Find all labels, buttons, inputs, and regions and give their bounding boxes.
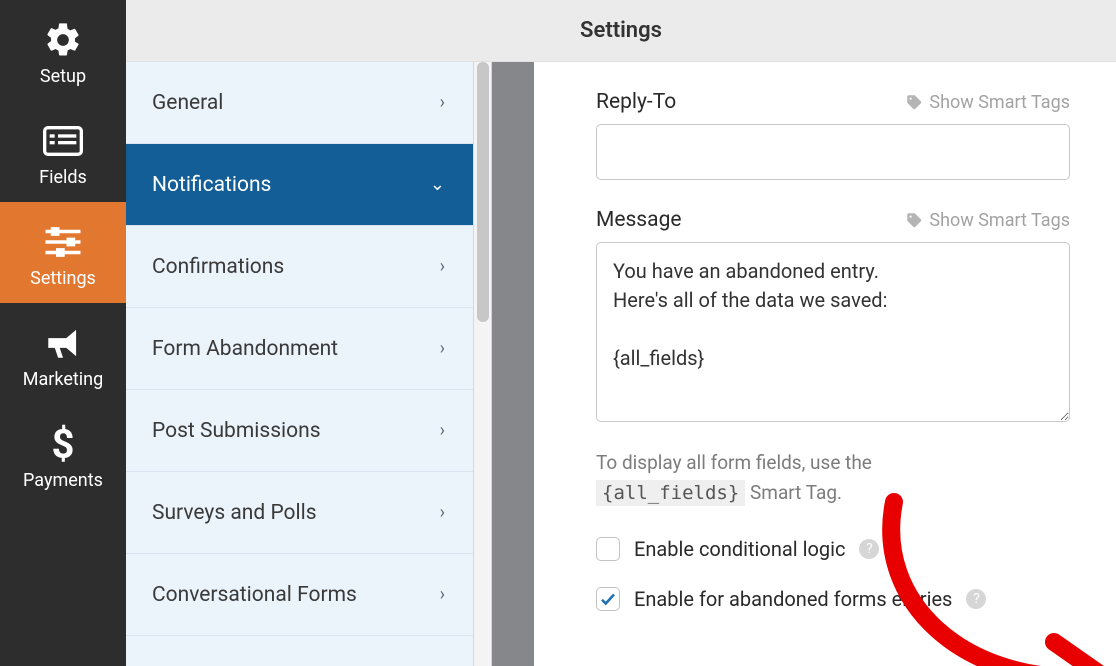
nav-label: Marketing <box>0 369 126 390</box>
chevron-right-icon: › <box>440 420 445 441</box>
nav-label: Setup <box>0 66 126 87</box>
sidebar-item-label: Notifications <box>152 173 271 197</box>
show-smart-tags-link[interactable]: Show Smart Tags <box>905 210 1070 231</box>
message-label: Message <box>596 208 682 232</box>
conditional-logic-checkbox[interactable] <box>596 537 620 561</box>
hint-text: To display all form fields, use the <box>596 451 872 474</box>
conditional-logic-label: Enable conditional logic <box>634 537 845 561</box>
message-textarea[interactable] <box>596 242 1070 422</box>
reply-to-field: Reply-To Show Smart Tags <box>596 90 1070 180</box>
tag-icon <box>905 93 923 111</box>
sliders-icon <box>0 220 126 264</box>
app-root: Setup Fields Settings Marketing $ Paymen… <box>0 0 1116 666</box>
hint-code: {all_fields} <box>596 480 745 506</box>
right-pane: Settings General › Notifications ⌄ Confi… <box>126 0 1116 666</box>
gear-icon <box>0 18 126 62</box>
list-icon <box>0 119 126 163</box>
settings-sidebar-wrap: General › Notifications ⌄ Confirmations … <box>126 62 492 666</box>
nav-item-payments[interactable]: $ Payments <box>0 404 126 505</box>
nav-item-marketing[interactable]: Marketing <box>0 303 126 404</box>
sidebar-item-conversational-forms[interactable]: Conversational Forms › <box>126 554 473 636</box>
chevron-right-icon: › <box>440 92 445 113</box>
bullhorn-icon <box>0 321 126 365</box>
chevron-right-icon: › <box>440 584 445 605</box>
sidebar-item-general[interactable]: General › <box>126 62 473 144</box>
sidebar-item-label: Post Submissions <box>152 419 321 443</box>
sidebar-item-label: Surveys and Polls <box>152 501 317 525</box>
tag-icon <box>905 211 923 229</box>
chevron-down-icon: ⌄ <box>430 174 445 195</box>
conditional-logic-row[interactable]: Enable conditional logic ? <box>596 537 1070 561</box>
sidebar-item-label: Conversational Forms <box>152 583 357 607</box>
reply-to-label: Reply-To <box>596 90 676 114</box>
abandoned-entries-label: Enable for abandoned forms entries <box>634 587 952 611</box>
abandoned-entries-checkbox[interactable] <box>596 587 620 611</box>
abandoned-entries-row[interactable]: Enable for abandoned forms entries ? <box>596 587 1070 611</box>
panel-outer: Reply-To Show Smart Tags Message <box>534 62 1116 666</box>
settings-sidebar: General › Notifications ⌄ Confirmations … <box>126 62 474 666</box>
content-row: General › Notifications ⌄ Confirmations … <box>126 62 1116 666</box>
nav-item-fields[interactable]: Fields <box>0 101 126 202</box>
help-icon[interactable]: ? <box>966 589 986 609</box>
sidebar-item-form-abandonment[interactable]: Form Abandonment › <box>126 308 473 390</box>
main-nav: Setup Fields Settings Marketing $ Paymen… <box>0 0 126 666</box>
panel-gutter <box>492 62 534 666</box>
show-smart-tags-link[interactable]: Show Smart Tags <box>905 92 1070 113</box>
dollar-icon: $ <box>0 422 126 466</box>
scrollbar-thumb[interactable] <box>477 62 489 322</box>
sidebar-item-post-submissions[interactable]: Post Submissions › <box>126 390 473 472</box>
sidebar-item-label: Form Abandonment <box>152 337 338 361</box>
page-title-bar: Settings <box>126 0 1116 62</box>
sidebar-item-label: General <box>152 91 223 115</box>
sidebar-item-notifications[interactable]: Notifications ⌄ <box>126 144 473 226</box>
nav-item-settings[interactable]: Settings <box>0 202 126 303</box>
nav-label: Fields <box>0 167 126 188</box>
hint-text: Smart Tag. <box>745 481 842 504</box>
help-icon[interactable]: ? <box>859 539 879 559</box>
sidebar-item-surveys-polls[interactable]: Surveys and Polls › <box>126 472 473 554</box>
nav-item-setup[interactable]: Setup <box>0 0 126 101</box>
svg-text:$: $ <box>52 424 75 464</box>
settings-panel: Reply-To Show Smart Tags Message <box>534 62 1116 666</box>
smart-tags-label: Show Smart Tags <box>929 92 1070 113</box>
sidebar-item-label: Confirmations <box>152 255 284 279</box>
nav-label: Settings <box>0 268 126 289</box>
reply-to-input[interactable] <box>596 124 1070 180</box>
sidebar-item-confirmations[interactable]: Confirmations › <box>126 226 473 308</box>
smart-tags-label: Show Smart Tags <box>929 210 1070 231</box>
sidebar-scrollbar[interactable] <box>474 62 492 666</box>
chevron-right-icon: › <box>440 502 445 523</box>
message-hint: To display all form fields, use the {all… <box>596 448 1070 509</box>
page-title: Settings <box>580 18 662 43</box>
message-field: Message Show Smart Tags To display all f… <box>596 208 1070 509</box>
nav-label: Payments <box>0 470 126 491</box>
chevron-right-icon: › <box>440 256 445 277</box>
chevron-right-icon: › <box>440 338 445 359</box>
